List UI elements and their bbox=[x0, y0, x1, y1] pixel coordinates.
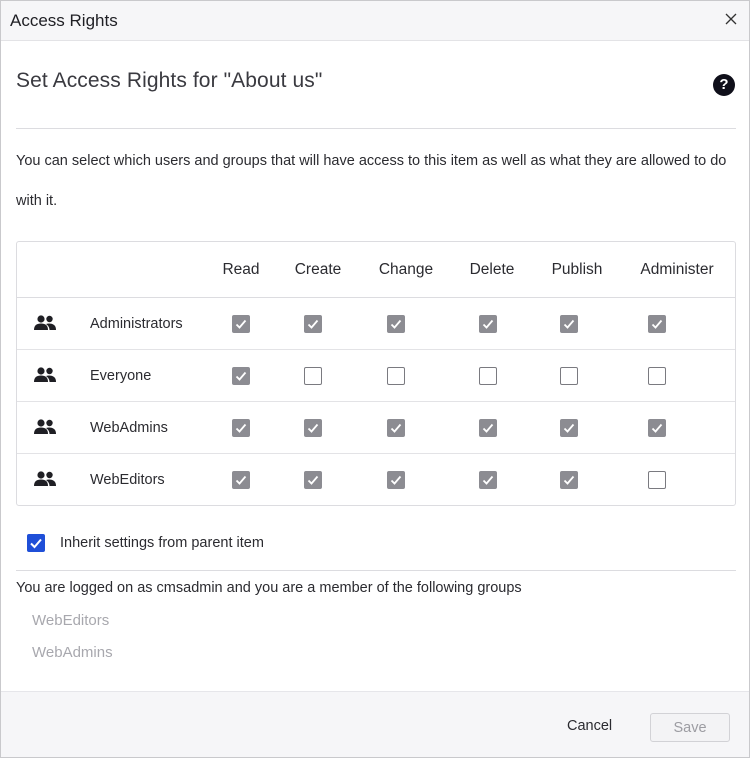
permission-checkbox-read[interactable] bbox=[232, 367, 250, 385]
table-row: WebAdmins bbox=[17, 402, 735, 454]
permission-checkbox-publish[interactable] bbox=[560, 419, 578, 437]
permission-checkbox-publish[interactable] bbox=[560, 471, 578, 489]
permission-checkbox-change[interactable] bbox=[387, 419, 405, 437]
permission-checkbox-create[interactable] bbox=[304, 471, 322, 489]
member-group: WebEditors bbox=[32, 612, 110, 629]
close-icon[interactable] bbox=[721, 9, 741, 29]
page-heading: Set Access Rights for "About us" bbox=[16, 69, 323, 92]
logged-on-text: You are logged on as cmsadmin and you ar… bbox=[16, 580, 522, 596]
group-name: Everyone bbox=[90, 368, 152, 384]
permission-checkbox-publish[interactable] bbox=[560, 367, 578, 385]
permission-checkbox-create[interactable] bbox=[304, 419, 322, 437]
permission-checkbox-delete[interactable] bbox=[479, 315, 497, 333]
access-rights-dialog: Access Rights Set Access Rights for "Abo… bbox=[0, 0, 750, 758]
group-icon bbox=[33, 470, 57, 488]
permission-checkbox-read[interactable] bbox=[232, 315, 250, 333]
column-header-change: Change bbox=[378, 261, 434, 278]
divider bbox=[16, 128, 736, 129]
permission-checkbox-change[interactable] bbox=[387, 315, 405, 333]
permission-checkbox-create[interactable] bbox=[304, 315, 322, 333]
help-icon[interactable]: ? bbox=[713, 74, 735, 96]
group-name: WebEditors bbox=[90, 472, 165, 488]
column-header-delete: Delete bbox=[469, 261, 515, 278]
permission-checkbox-publish[interactable] bbox=[560, 315, 578, 333]
access-rights-table: Read Create Change Delete Publish Admini… bbox=[16, 241, 736, 506]
member-group: WebAdmins bbox=[32, 644, 113, 661]
cancel-button[interactable]: Cancel bbox=[567, 718, 612, 734]
table-row: Administrators bbox=[17, 298, 735, 350]
table-row: Everyone bbox=[17, 350, 735, 402]
permission-checkbox-administer[interactable] bbox=[648, 367, 666, 385]
table-header: Read Create Change Delete Publish Admini… bbox=[17, 242, 735, 298]
divider bbox=[16, 570, 736, 571]
column-header-administer: Administer bbox=[640, 261, 714, 278]
dialog-footer: Cancel Save bbox=[1, 691, 749, 757]
permission-checkbox-administer[interactable] bbox=[648, 315, 666, 333]
column-header-publish: Publish bbox=[551, 261, 603, 278]
dialog-titlebar: Access Rights bbox=[1, 1, 749, 41]
column-header-read: Read bbox=[222, 261, 260, 278]
table-row: WebEditors bbox=[17, 454, 735, 506]
permission-checkbox-read[interactable] bbox=[232, 471, 250, 489]
permission-checkbox-delete[interactable] bbox=[479, 419, 497, 437]
permission-checkbox-change[interactable] bbox=[387, 471, 405, 489]
column-header-create: Create bbox=[294, 261, 342, 278]
permission-checkbox-change[interactable] bbox=[387, 367, 405, 385]
permission-checkbox-create[interactable] bbox=[304, 367, 322, 385]
permission-checkbox-delete[interactable] bbox=[479, 471, 497, 489]
group-icon bbox=[33, 366, 57, 384]
permission-checkbox-read[interactable] bbox=[232, 419, 250, 437]
inherit-label[interactable]: Inherit settings from parent item bbox=[60, 535, 264, 551]
save-button[interactable]: Save bbox=[650, 713, 730, 742]
group-icon bbox=[33, 314, 57, 332]
dialog-title: Access Rights bbox=[10, 11, 118, 30]
permission-checkbox-administer[interactable] bbox=[648, 419, 666, 437]
permission-checkbox-administer[interactable] bbox=[648, 471, 666, 489]
inherit-checkbox[interactable] bbox=[27, 534, 45, 552]
group-icon bbox=[33, 418, 57, 436]
description-text: You can select which users and groups th… bbox=[16, 153, 727, 209]
group-name: Administrators bbox=[90, 316, 183, 332]
group-name: WebAdmins bbox=[90, 420, 168, 436]
permission-checkbox-delete[interactable] bbox=[479, 367, 497, 385]
